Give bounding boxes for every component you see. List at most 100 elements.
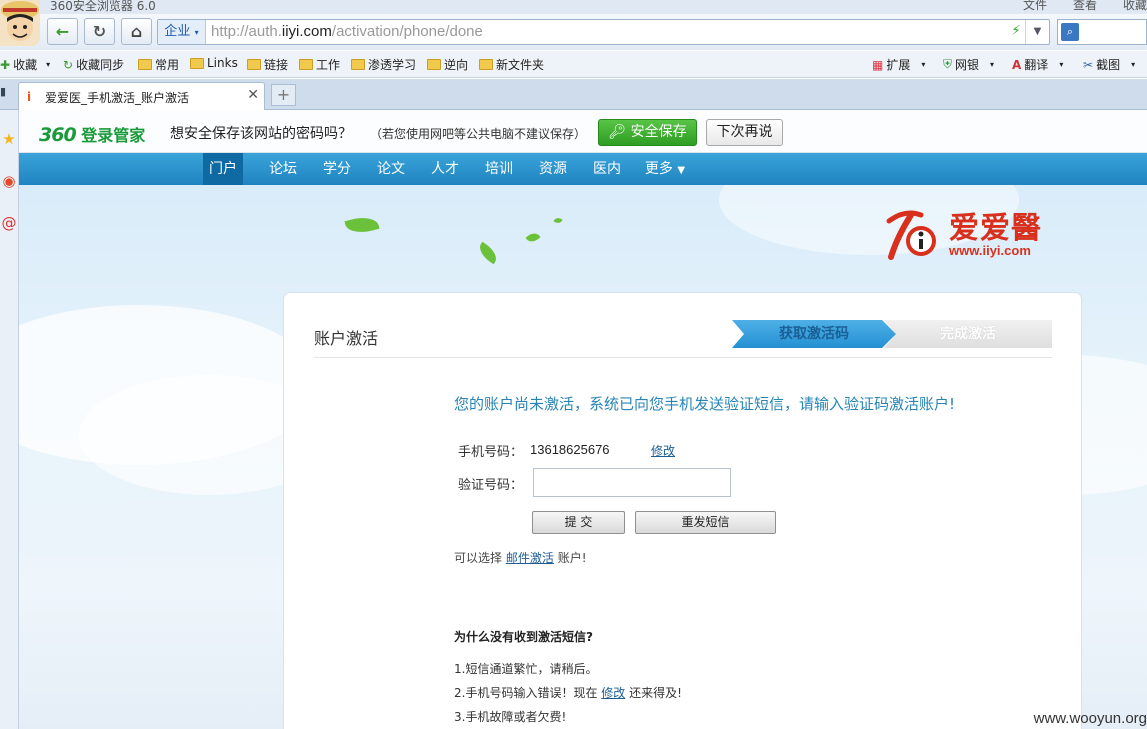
- card-title: 账户激活: [314, 329, 379, 348]
- user-avatar[interactable]: [0, 0, 40, 46]
- menu-favorites[interactable]: 收藏: [1123, 0, 1147, 13]
- bookmarks-bar: ✚ 收藏 ▾ ↻ 收藏同步 常用 Links 链接 工作 渗透学习 逆向 新文件夹 ▦…: [0, 51, 1147, 78]
- modify-phone-link-faq[interactable]: 修改: [601, 686, 625, 700]
- modify-phone-link[interactable]: 修改: [651, 442, 675, 459]
- tool-bank[interactable]: ⛨ 网银 ▾: [943, 56, 994, 73]
- bookmark-favorites[interactable]: ✚ 收藏 ▾: [0, 56, 50, 73]
- folder-icon: [138, 59, 152, 70]
- folder-icon: [299, 59, 313, 70]
- weibo-icon[interactable]: ◉: [0, 168, 18, 194]
- card-divider: [314, 357, 1052, 358]
- resend-sms-button[interactable]: 重发短信: [635, 511, 776, 534]
- step-get-code: 获取激活码: [732, 320, 896, 348]
- phone-number: 13618625676: [530, 442, 610, 457]
- tool-screenshot[interactable]: ✂ 截图 ▾: [1083, 56, 1135, 73]
- nav-talent[interactable]: 人才: [425, 153, 465, 185]
- folder-icon: [351, 59, 365, 70]
- page-background: 爱爱醫 www.iiyi.com 账户激活 完成激活 获取激活码 您的账户尚未激…: [19, 185, 1147, 729]
- bookmark-folder-new[interactable]: 新文件夹: [479, 56, 544, 73]
- password-manager-bar: 360 登录管家 想安全保存该网站的密码吗？ （若您使用网吧等公共电脑不建议保存…: [19, 110, 1147, 153]
- bookmark-folder-pentest[interactable]: 渗透学习: [351, 56, 416, 73]
- chevron-down-icon: ▾: [1059, 60, 1064, 69]
- email-activation-option: 可以选择 邮件激活 账户!: [454, 551, 587, 565]
- faq-item: 3.手机故障或者欠费!: [454, 710, 567, 724]
- site-nav: 门户 论坛 学分 论文 人才 培训 资源 医内 更多 ▼: [19, 153, 1147, 185]
- faq-item: 1.短信通道繁忙，请稍后。: [454, 662, 598, 676]
- tab-label: 爱爱医_手机激活_账户激活: [45, 91, 190, 105]
- bookmark-sync[interactable]: ↻ 收藏同步: [63, 56, 124, 73]
- folder-icon: [479, 59, 493, 70]
- chevron-down-icon: ▾: [990, 60, 995, 69]
- url-text[interactable]: http://auth.iiyi.com/activation/phone/do…: [211, 23, 483, 40]
- nav-resources[interactable]: 资源: [533, 153, 573, 185]
- bookmark-folder-work[interactable]: 工作: [299, 56, 340, 73]
- save-password-question: 想安全保存该网站的密码吗？: [170, 126, 352, 142]
- tab-activation[interactable]: i 爱爱医_手机激活_账户激活 ✕: [18, 82, 265, 110]
- back-button[interactable]: ←: [47, 18, 78, 45]
- mail-icon[interactable]: @: [0, 210, 18, 236]
- extensions-icon: ▦: [872, 57, 884, 72]
- search-icon[interactable]: ⌕: [1061, 23, 1079, 41]
- window-title: 360安全浏览器 6.0: [50, 0, 156, 13]
- nav-credits[interactable]: 学分: [317, 153, 357, 185]
- tool-extensions[interactable]: ▦ 扩展 ▾: [872, 56, 925, 73]
- phone-label: 手机号码：: [458, 445, 524, 460]
- address-bar[interactable]: 企业 ▾ http://auth.iiyi.com/activation/pho…: [157, 19, 1050, 45]
- tab-strip: ▮ i 爱爱医_手机激活_账户激活 ✕ +: [0, 79, 1147, 110]
- close-icon[interactable]: ✕: [247, 87, 259, 103]
- nav-portal[interactable]: 门户: [203, 153, 243, 185]
- shield-icon: ⛨: [943, 57, 953, 71]
- folder-icon: [247, 59, 261, 70]
- chevron-down-icon: ▼: [677, 165, 686, 176]
- submit-button[interactable]: 提 交: [532, 511, 625, 534]
- chevron-down-icon: ▾: [1131, 60, 1136, 69]
- nav-internal-medicine[interactable]: 医内: [587, 153, 627, 185]
- new-tab-button[interactable]: +: [271, 84, 296, 106]
- add-favorite-icon: ✚: [0, 57, 11, 72]
- nav-papers[interactable]: 论文: [371, 153, 411, 185]
- address-dropdown-button[interactable]: ▼: [1025, 20, 1049, 44]
- nav-forum[interactable]: 论坛: [263, 153, 303, 185]
- chevron-down-icon: ▼: [1033, 26, 1042, 37]
- chevron-down-icon: ▾: [194, 28, 199, 37]
- sync-icon: ↻: [63, 57, 74, 72]
- bookmark-folder-common[interactable]: 常用: [138, 56, 179, 73]
- tool-translate[interactable]: A 翻译 ▾: [1012, 56, 1063, 73]
- security-zone-selector[interactable]: 企业 ▾: [158, 20, 206, 44]
- faq-item: 2.手机号码输入错误！现在 修改 还来得及!: [454, 686, 682, 700]
- activation-card: 账户激活 完成激活 获取激活码 您的账户尚未激活，系统已向您手机发送验证短信，请…: [283, 292, 1082, 729]
- bookmark-folder-links[interactable]: Links: [190, 56, 238, 70]
- nav-more[interactable]: 更多 ▼: [637, 153, 693, 185]
- leaf-decoration: [553, 216, 563, 225]
- watermark: www.wooyun.org: [1033, 710, 1147, 727]
- ask-later-button[interactable]: 下次再说: [706, 119, 783, 146]
- code-label: 验证号码：: [458, 478, 524, 493]
- speed-mode-icon[interactable]: ⚡: [1011, 23, 1021, 39]
- email-activation-link[interactable]: 邮件激活: [506, 551, 554, 565]
- iiyi-logo-icon: [886, 210, 936, 260]
- browser-toolbar: ← ↻ ⌂ 企业 ▾ http://auth.iiyi.com/activati…: [0, 14, 1147, 50]
- public-computer-note: （若您使用网吧等公共电脑不建议保存）: [370, 127, 587, 141]
- window-title-bar: 360安全浏览器 6.0 文件 查看 收藏: [0, 0, 1147, 14]
- nav-training[interactable]: 培训: [479, 153, 519, 185]
- translate-icon: A: [1012, 57, 1022, 72]
- menu-view[interactable]: 查看: [1073, 0, 1097, 13]
- bookmark-folder-reverse[interactable]: 逆向: [427, 56, 468, 73]
- star-icon[interactable]: ★: [0, 126, 18, 152]
- verification-code-input[interactable]: [533, 468, 731, 497]
- safe-save-button[interactable]: 🔑︎ 安全保存: [598, 119, 697, 146]
- login-manager-logo: 360 登录管家: [39, 124, 146, 146]
- search-box[interactable]: ⌕: [1057, 19, 1147, 45]
- leaf-decoration: [344, 213, 380, 237]
- browser-sidebar: ★ ◉ @: [0, 110, 19, 729]
- menu-file[interactable]: 文件: [1023, 0, 1047, 13]
- chevron-down-icon: ▾: [46, 60, 51, 69]
- leaf-decoration: [525, 230, 541, 245]
- bookmark-folder-links-cn[interactable]: 链接: [247, 56, 288, 73]
- home-button[interactable]: ⌂: [121, 18, 152, 45]
- activation-steps: 完成激活 获取激活码: [732, 320, 1052, 348]
- scissors-icon: ✂: [1083, 57, 1094, 72]
- sidebar-toggle-icon[interactable]: ▮: [0, 85, 6, 98]
- refresh-button[interactable]: ↻: [84, 18, 115, 45]
- faq-title: 为什么没有收到激活短信?: [454, 630, 593, 644]
